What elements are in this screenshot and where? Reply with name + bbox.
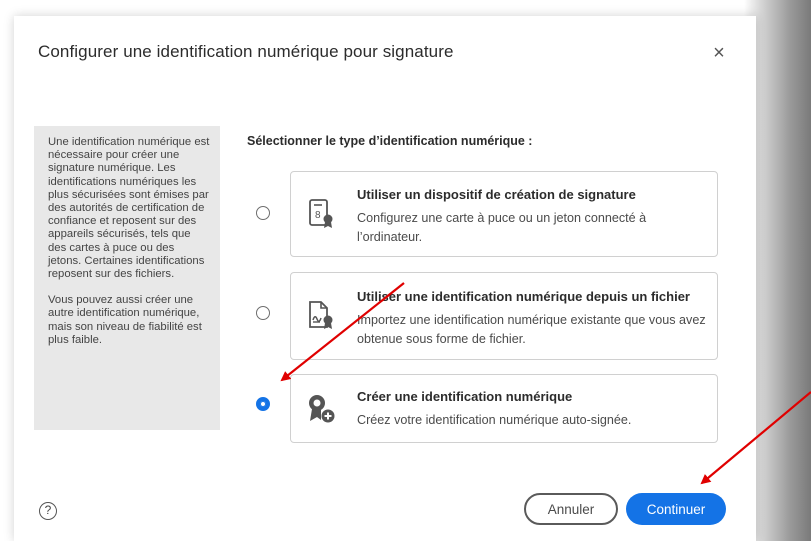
option-card-create[interactable]: Créer une identification numérique Créez… [290, 374, 718, 443]
radio-create[interactable] [256, 397, 270, 411]
info-panel: Une identification numérique est nécessa… [34, 126, 220, 430]
info-paragraph-2: Vous pouvez aussi créer une autre identi… [48, 294, 202, 346]
create-certificate-icon [309, 395, 335, 423]
option-title: Utiliser un dispositif de création de si… [357, 187, 636, 202]
close-icon[interactable]: × [710, 43, 728, 63]
option-title: Créer une identification numérique [357, 389, 573, 404]
option-card-file[interactable]: Utiliser une identification numérique de… [290, 272, 718, 360]
dialog-title: Configurer une identification numérique … [38, 42, 454, 61]
section-label: Sélectionner le type d’identification nu… [247, 134, 533, 148]
dialog: Configurer une identification numérique … [14, 16, 756, 541]
option-card-signature-device[interactable]: 8 Utiliser un dispositif de création de … [290, 171, 718, 257]
radio-file[interactable] [256, 306, 270, 320]
option-description: Créez votre identification numérique aut… [357, 413, 632, 427]
radio-signature-device[interactable] [256, 206, 270, 220]
certificate-device-icon: 8 [309, 199, 333, 228]
certificate-file-icon [309, 301, 333, 329]
option-title: Utiliser une identification numérique de… [357, 289, 690, 304]
option-description: Importez une identification numérique ex… [357, 313, 706, 346]
continue-button[interactable]: Continuer [626, 493, 726, 525]
cancel-button[interactable]: Annuler [524, 493, 618, 525]
svg-text:8: 8 [315, 210, 321, 221]
option-description: Configurez une carte à puce ou un jeton … [357, 211, 647, 244]
info-paragraph-1: Une identification numérique est nécessa… [48, 136, 210, 281]
help-icon[interactable]: ? [39, 502, 57, 520]
